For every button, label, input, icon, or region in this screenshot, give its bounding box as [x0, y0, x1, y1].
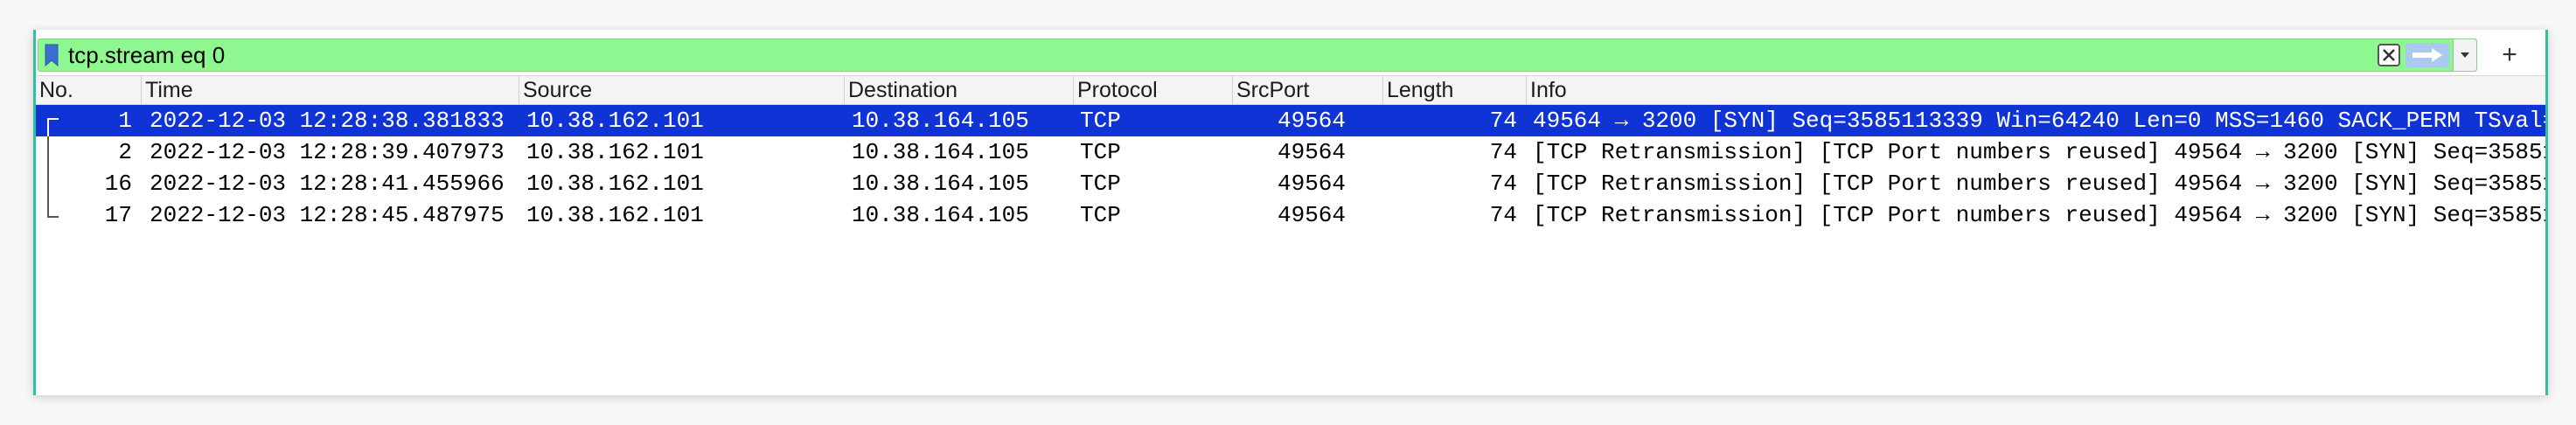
packet-number: 16 — [104, 171, 132, 197]
bookmark-icon[interactable] — [44, 43, 59, 67]
packet-row[interactable]: 1 2022-12-03 12:28:38.381833 10.38.162.1… — [36, 105, 2545, 136]
packet-srcport: 49564 — [1277, 139, 1346, 165]
packet-length: 74 — [1489, 171, 1517, 197]
apply-filter-button[interactable] — [2405, 43, 2449, 67]
screenshot-stage: tcp.stream eq 0 + No. Time Source Destin… — [0, 0, 2576, 425]
packet-srcport: 49564 — [1277, 202, 1346, 228]
packet-list-header: No. Time Source Destination Protocol Src… — [36, 75, 2545, 105]
packet-destination: 10.38.164.105 — [852, 139, 1029, 165]
packet-protocol: TCP — [1080, 139, 1121, 165]
packet-number: 1 — [118, 108, 132, 134]
packet-time: 2022-12-03 12:28:39.407973 — [150, 139, 505, 165]
chevron-down-icon — [2461, 52, 2469, 58]
packet-source: 10.38.162.101 — [526, 139, 704, 165]
packet-info: [TCP Retransmission] [TCP Port numbers r… — [1533, 139, 2545, 165]
display-filter-toolbar: tcp.stream eq 0 + — [36, 37, 2545, 73]
display-filter-field[interactable]: tcp.stream eq 0 — [38, 38, 2477, 72]
conversation-end-icon — [47, 199, 59, 218]
packet-number: 2 — [118, 139, 132, 165]
packet-info: [TCP Retransmission] [TCP Port numbers r… — [1533, 202, 2545, 228]
packet-destination: 10.38.164.105 — [852, 108, 1029, 134]
packet-source: 10.38.162.101 — [526, 108, 704, 134]
column-header-protocol[interactable]: Protocol — [1073, 76, 1232, 104]
column-header-no[interactable]: No. — [36, 76, 141, 104]
conversation-line-icon — [47, 168, 49, 199]
packet-info: [TCP Retransmission] [TCP Port numbers r… — [1533, 171, 2545, 197]
arrow-right-icon — [2412, 48, 2442, 62]
column-header-info[interactable]: Info — [1526, 76, 2545, 104]
column-header-time[interactable]: Time — [141, 76, 519, 104]
packet-length: 74 — [1489, 202, 1517, 228]
column-header-length[interactable]: Length — [1382, 76, 1526, 104]
packet-destination: 10.38.164.105 — [852, 202, 1029, 228]
packet-source: 10.38.162.101 — [526, 202, 704, 228]
column-header-destination[interactable]: Destination — [844, 76, 1073, 104]
packet-srcport: 49564 — [1277, 171, 1346, 197]
column-header-source[interactable]: Source — [519, 76, 844, 104]
packet-number: 17 — [104, 202, 132, 228]
conversation-line-icon — [47, 136, 49, 168]
filter-history-dropdown[interactable] — [2453, 39, 2476, 71]
packet-length: 74 — [1489, 108, 1517, 134]
packet-time: 2022-12-03 12:28:45.487975 — [150, 202, 505, 228]
packet-protocol: TCP — [1080, 202, 1121, 228]
conversation-start-icon — [47, 118, 59, 136]
add-filter-button[interactable]: + — [2488, 38, 2531, 72]
clear-filter-icon[interactable] — [2378, 44, 2400, 66]
packet-srcport: 49564 — [1277, 108, 1346, 134]
wireshark-window: tcp.stream eq 0 + No. Time Source Destin… — [33, 30, 2548, 395]
column-header-srcport[interactable]: SrcPort — [1232, 76, 1382, 104]
packet-protocol: TCP — [1080, 171, 1121, 197]
packet-source: 10.38.162.101 — [526, 171, 704, 197]
packet-info: 49564 → 3200 [SYN] Seq=3585113339 Win=64… — [1533, 108, 2545, 134]
packet-length: 74 — [1489, 139, 1517, 165]
packet-row[interactable]: 16 2022-12-03 12:28:41.455966 10.38.162.… — [36, 168, 2545, 199]
packet-protocol: TCP — [1080, 108, 1121, 134]
packet-destination: 10.38.164.105 — [852, 171, 1029, 197]
packet-row[interactable]: 17 2022-12-03 12:28:45.487975 10.38.162.… — [36, 199, 2545, 231]
packet-time: 2022-12-03 12:28:41.455966 — [150, 171, 505, 197]
packet-row[interactable]: 2 2022-12-03 12:28:39.407973 10.38.162.1… — [36, 136, 2545, 168]
display-filter-input[interactable]: tcp.stream eq 0 — [68, 42, 2378, 69]
packet-time: 2022-12-03 12:28:38.381833 — [150, 108, 505, 134]
